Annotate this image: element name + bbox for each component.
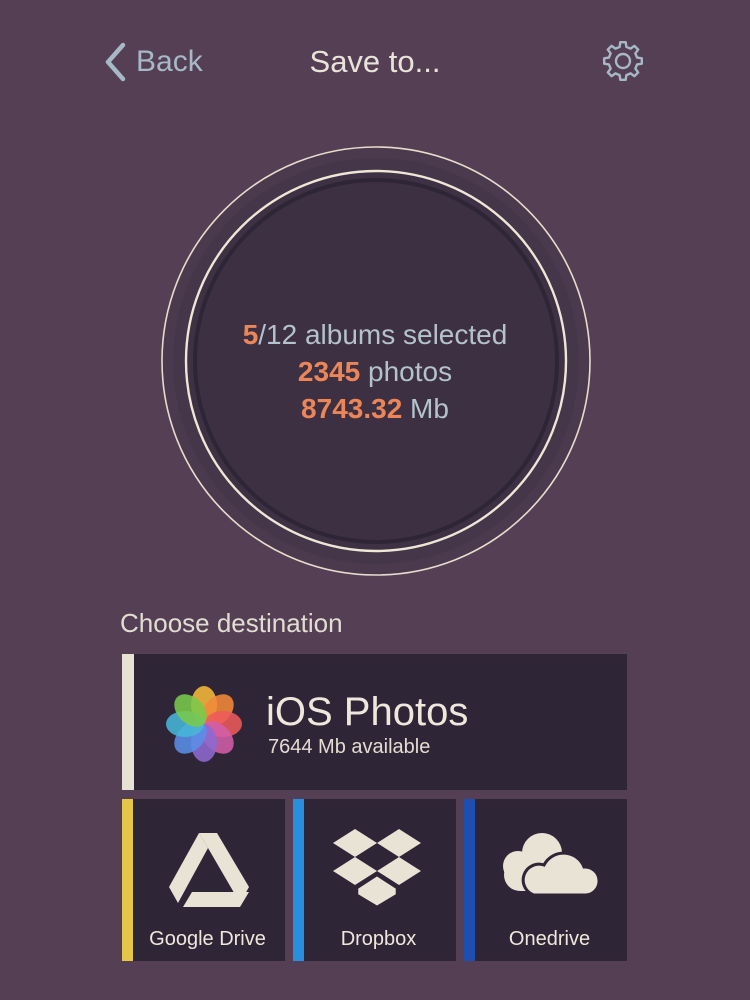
size-line: 8743.32 Mb xyxy=(0,390,750,427)
gear-icon xyxy=(602,40,644,82)
photos-flower-icon xyxy=(166,686,242,762)
size-value: 8743.32 xyxy=(301,393,403,424)
summary-text: 5/12 albums selected 2345 photos 8743.32… xyxy=(0,316,750,427)
ios-photos-title: iOS Photos xyxy=(266,690,469,734)
destination-onedrive[interactable]: Onedrive xyxy=(464,799,627,961)
photos-text: photos xyxy=(360,356,453,387)
photos-line: 2345 photos xyxy=(0,353,750,390)
destination-google-drive[interactable]: Google Drive xyxy=(122,799,285,961)
onedrive-label: Onedrive xyxy=(508,928,591,950)
destination-dropbox[interactable]: Dropbox xyxy=(293,799,456,961)
back-button[interactable]: Back xyxy=(104,42,203,82)
dropbox-icon xyxy=(333,829,421,909)
save-to-screen: Back Save to... 5/12 albums selected 234… xyxy=(0,0,750,1000)
albums-selected-count: 5 xyxy=(242,319,259,350)
choose-destination-label: Choose destination xyxy=(120,608,343,638)
albums-line: 5/12 albums selected xyxy=(0,316,750,353)
photos-count: 2345 xyxy=(297,356,361,387)
chevron-left-icon xyxy=(105,42,126,82)
google-drive-icon xyxy=(169,833,249,907)
ios-photos-accent-bar xyxy=(122,654,134,790)
settings-button[interactable] xyxy=(600,38,646,84)
google-drive-label: Google Drive xyxy=(149,928,266,950)
size-unit: Mb xyxy=(402,393,449,424)
back-label: Back xyxy=(136,45,203,78)
ios-photos-available: 7644 Mb available xyxy=(268,736,431,758)
cloud-icon xyxy=(503,833,601,897)
albums-total-text: /12 albums selected xyxy=(258,319,508,350)
dropbox-label: Dropbox xyxy=(340,928,417,950)
